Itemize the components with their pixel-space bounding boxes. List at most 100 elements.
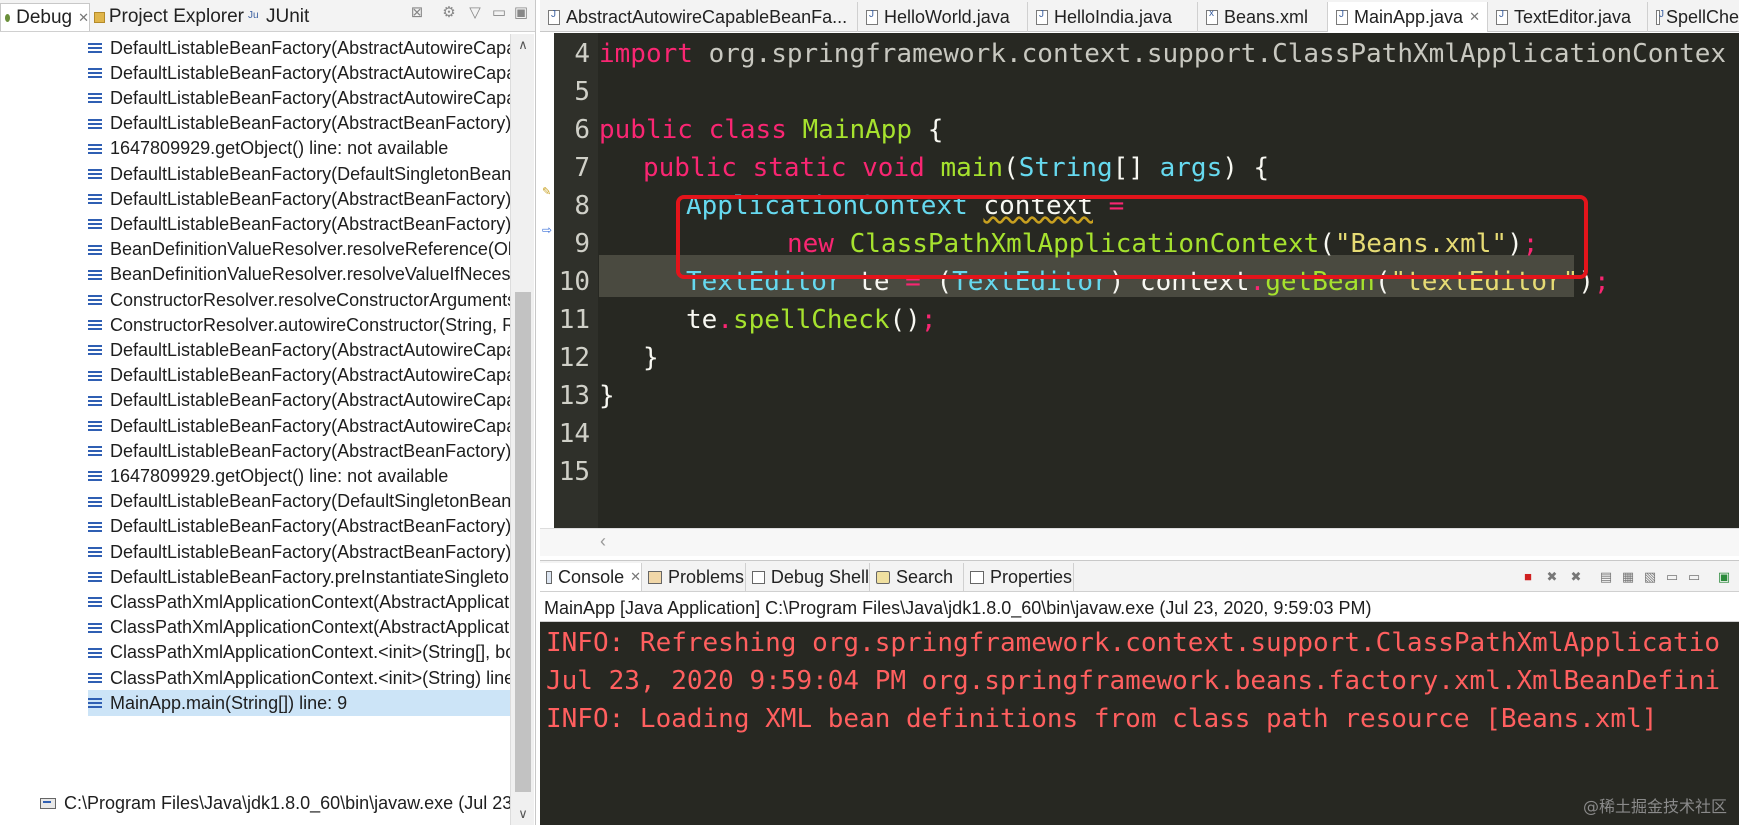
scroll-left-icon[interactable]: ‹	[600, 531, 606, 552]
stack-frame-item[interactable]: DefaultListableBeanFactory(DefaultSingle…	[88, 489, 510, 515]
stack-frame-item[interactable]: 1647809929.getObject() line: not availab…	[88, 463, 510, 489]
clear-console-icon[interactable]: ▤	[1598, 569, 1614, 585]
process-item[interactable]: C:\Program Files\Java\jdk1.8.0_60\bin\ja…	[40, 790, 517, 816]
line-number: 13	[558, 381, 590, 411]
stack-frame-item[interactable]: DefaultListableBeanFactory(AbstractBeanF…	[88, 186, 510, 212]
horizontal-scrollbar[interactable]: ‹	[540, 528, 1739, 556]
stack-frame-item[interactable]: DefaultListableBeanFactory(AbstractAutow…	[88, 388, 510, 414]
stack-frame-icon	[88, 647, 102, 659]
java-file-icon	[1036, 9, 1048, 25]
stack-frame-item[interactable]: DefaultListableBeanFactory(AbstractBeanF…	[88, 111, 510, 137]
remove-launch-icon[interactable]: ✖	[1544, 569, 1560, 585]
stack-frame-item[interactable]: DefaultListableBeanFactory(AbstractBeanF…	[88, 539, 510, 565]
tab-helloworld[interactable]: HelloWorld.java	[858, 2, 1028, 32]
source-code[interactable]: import org.springframework.context.suppo…	[599, 33, 1739, 528]
stack-frame-label: ConstructorResolver.resolveConstructorAr…	[110, 289, 510, 310]
tab-label: Search	[896, 566, 954, 587]
show-on-stderr-icon[interactable]: ▭	[1686, 569, 1702, 585]
stack-frame-label: MainApp.main(String[]) line: 9	[110, 692, 348, 713]
console-output[interactable]: INFO: Refreshing org.springframework.con…	[540, 622, 1739, 825]
stack-frame-item[interactable]: BeanDefinitionValueResolver.resolveRefer…	[88, 237, 510, 263]
stack-frame-icon	[88, 546, 102, 558]
stack-frame-item[interactable]: DefaultListableBeanFactory(AbstractAutow…	[88, 85, 510, 111]
remove-all-terminated-icon[interactable]: ✖	[1568, 569, 1584, 585]
stack-frame-item[interactable]: ClassPathXmlApplicationContext.<init>(St…	[88, 640, 510, 666]
tab-beans-xml[interactable]: Beans.xml	[1198, 2, 1328, 32]
stack-frame-item[interactable]: DefaultListableBeanFactory(AbstractAutow…	[88, 337, 510, 363]
stack-frame-item[interactable]: BeanDefinitionValueResolver.resolveValue…	[88, 262, 510, 288]
stack-frame-label: DefaultListableBeanFactory(AbstractBeanF…	[110, 113, 510, 134]
terminate-icon[interactable]: ■	[1520, 569, 1536, 585]
stack-frame-item[interactable]: 1647809929.getObject() line: not availab…	[88, 136, 510, 162]
stack-frame-icon	[88, 395, 102, 407]
stack-frame-item[interactable]: ConstructorResolver.autowireConstructor(…	[88, 312, 510, 338]
scrollbar-thumb[interactable]	[515, 292, 531, 792]
stack-frame-label: BeanDefinitionValueResolver.resolveRefer…	[110, 239, 510, 260]
stack-frame-label: DefaultListableBeanFactory.preInstantiat…	[110, 566, 510, 587]
debug-bug-icon	[5, 13, 11, 22]
stack-frame-label: DefaultListableBeanFactory(AbstractBeanF…	[110, 541, 510, 562]
code-line-12: }	[643, 343, 659, 373]
stack-frame-label: DefaultListableBeanFactory(AbstractAutow…	[110, 37, 510, 58]
close-icon[interactable]: ✕	[630, 569, 641, 585]
code-line-13: }	[599, 381, 615, 411]
tab-properties[interactable]: Properties	[964, 563, 1074, 591]
stack-frame-item[interactable]: DefaultListableBeanFactory(AbstractBeanF…	[88, 514, 510, 540]
tab-debug[interactable]: Debug ✕	[0, 3, 90, 31]
stack-frame-icon	[88, 370, 102, 382]
tab-junit[interactable]: Ju JUnit	[248, 3, 310, 31]
tab-abstractautowirecapablebeanfactory[interactable]: AbstractAutowireCapableBeanFa...	[540, 2, 858, 32]
word-wrap-icon[interactable]: ▧	[1642, 569, 1658, 585]
stack-frame-item[interactable]: ClassPathXmlApplicationContext.<init>(St…	[88, 665, 510, 691]
stack-frame-icon	[88, 244, 102, 256]
maximize-icon[interactable]: ▣	[512, 4, 530, 22]
stack-frame-item[interactable]: DefaultListableBeanFactory.preInstantiat…	[88, 564, 510, 590]
stack-frame-label: ClassPathXmlApplicationContext.<init>(St…	[110, 667, 510, 688]
tab-debug-shell[interactable]: Debug Shell	[746, 563, 870, 591]
tab-label: AbstractAutowireCapableBeanFa...	[566, 6, 848, 27]
open-console-icon[interactable]: ▣	[1716, 569, 1732, 585]
vertical-scrollbar[interactable]: ∧ ∨	[510, 34, 534, 825]
stack-frame-item[interactable]: DefaultListableBeanFactory(AbstractAutow…	[88, 35, 510, 61]
stack-frame-label: ClassPathXmlApplicationContext.<init>(St…	[110, 642, 510, 663]
stack-frame-label: DefaultListableBeanFactory(AbstractAutow…	[110, 62, 510, 83]
tab-search[interactable]: Search	[870, 563, 964, 591]
line-number: 8	[574, 191, 590, 221]
stack-frame-label: ConstructorResolver.autowireConstructor(…	[110, 314, 510, 335]
stack-frame-icon	[88, 344, 102, 356]
stack-frame-item[interactable]: DefaultListableBeanFactory(AbstractBeanF…	[88, 211, 510, 237]
close-icon[interactable]: ✕	[1469, 9, 1480, 25]
tab-spellchecker[interactable]: SpellChe	[1648, 2, 1739, 32]
scroll-up-icon[interactable]: ∧	[511, 34, 535, 56]
tab-texteditor[interactable]: TextEditor.java	[1488, 2, 1648, 32]
tab-label: Project Explorer	[108, 6, 244, 27]
tab-project-explorer[interactable]: Project Explorer	[94, 3, 244, 31]
stack-frame-item[interactable]: DefaultListableBeanFactory(AbstractBeanF…	[88, 438, 510, 464]
left-tab-bar: Debug ✕ Project Explorer Ju JUnit ⊠ ⚙ ▽ …	[0, 0, 535, 32]
scroll-lock-icon[interactable]: ▦	[1620, 569, 1636, 585]
remove-terminated-icon[interactable]: ⊠	[408, 4, 426, 22]
tab-console[interactable]: Console ✕	[540, 563, 642, 591]
stack-frame-item[interactable]: DefaultListableBeanFactory(AbstractAutow…	[88, 413, 510, 439]
stack-frame-item[interactable]: DefaultListableBeanFactory(AbstractAutow…	[88, 363, 510, 389]
view-menu-chevron-down-icon[interactable]: ▽	[466, 4, 484, 22]
tab-problems[interactable]: Problems	[642, 563, 746, 591]
code-editor[interactable]: ✎ ⇨ 4 5 6 7 8 9 10 11 12 13 14 15 import org.spring…	[540, 33, 1739, 528]
line-number: 6	[574, 115, 590, 145]
tab-label: HelloWorld.java	[884, 6, 1010, 27]
tab-mainapp[interactable]: MainApp.java ✕	[1328, 2, 1488, 32]
show-on-stdout-icon[interactable]: ▭	[1664, 569, 1680, 585]
minimize-icon[interactable]: ▭	[490, 4, 508, 22]
stack-frame-item[interactable]: DefaultListableBeanFactory(DefaultSingle…	[88, 161, 510, 187]
java-file-icon	[866, 9, 878, 25]
stack-frame-item[interactable]: ClassPathXmlApplicationContext(AbstractA…	[88, 615, 510, 641]
stack-frame-item[interactable]: ConstructorResolver.resolveConstructorAr…	[88, 287, 510, 313]
stack-frame-label: DefaultListableBeanFactory(DefaultSingle…	[110, 491, 510, 512]
close-icon[interactable]: ✕	[78, 10, 89, 26]
stack-frame-item[interactable]: MainApp.main(String[]) line: 9	[88, 690, 510, 717]
stack-frame-item[interactable]: DefaultListableBeanFactory(AbstractAutow…	[88, 60, 510, 86]
scroll-down-icon[interactable]: ∨	[511, 803, 535, 825]
stack-frame-item[interactable]: ClassPathXmlApplicationContext(AbstractA…	[88, 589, 510, 615]
tab-helloindia[interactable]: HelloIndia.java	[1028, 2, 1198, 32]
view-options-icon[interactable]: ⚙	[440, 4, 458, 22]
